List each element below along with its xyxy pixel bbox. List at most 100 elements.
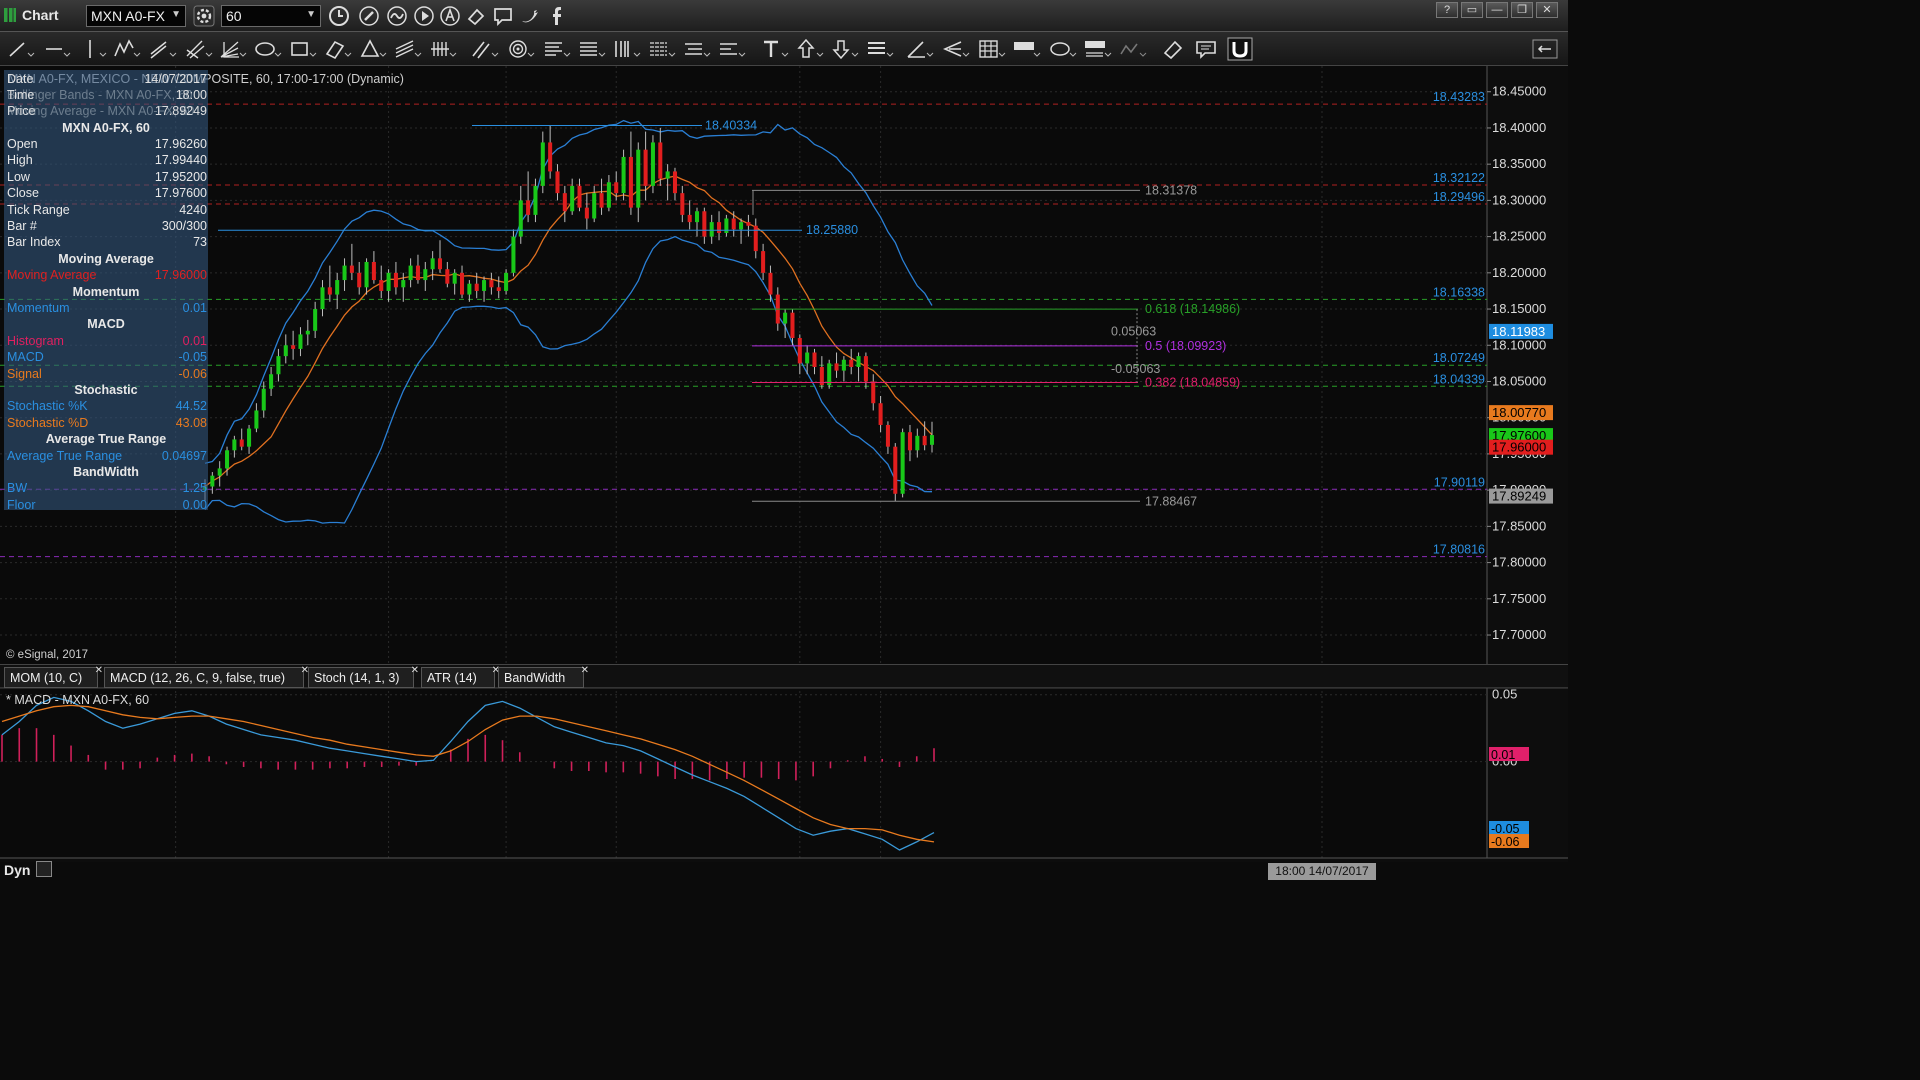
help-button[interactable]: ? xyxy=(1436,2,1458,18)
fibonacci-circles-tool-icon[interactable] xyxy=(506,36,536,62)
data-window-value: 73 xyxy=(193,235,207,250)
data-window-value: 17.97600 xyxy=(154,186,207,201)
interval-input[interactable]: 60 ▼ xyxy=(221,5,321,27)
data-window-value: 0.04697 xyxy=(161,448,207,463)
price-chart[interactable]: 18.43283 18.32122 18.29496 18.16338 18.07249… xyxy=(0,66,1568,862)
fibonacci-retracement-tool-icon[interactable] xyxy=(542,36,572,62)
grid-tool-icon[interactable] xyxy=(977,36,1007,62)
data-window-key: Bar Index xyxy=(7,235,61,250)
symbol-input[interactable]: MXN A0-FX ▼ xyxy=(86,5,186,27)
volume-by-price-tool-icon[interactable] xyxy=(1048,36,1078,62)
data-window-row: Floor 0.00 xyxy=(7,498,207,514)
tab-atr[interactable]: ATR (14) ✕ xyxy=(421,665,500,688)
arrow-down-tool-icon[interactable] xyxy=(830,36,860,62)
eraser-tool-icon[interactable] xyxy=(1160,36,1190,62)
annotation-label: 0.5 (18.09923) xyxy=(1145,339,1226,353)
axis-background xyxy=(1487,66,1568,862)
candle-body xyxy=(518,200,523,237)
ellipse-tool-icon[interactable] xyxy=(253,36,283,62)
data-window-value: 17.96000 xyxy=(154,268,207,283)
level-label: 18.04339 xyxy=(1433,372,1485,386)
comment-tool-icon[interactable] xyxy=(1193,36,1223,62)
triangle-tool-icon[interactable] xyxy=(358,36,388,62)
data-window[interactable]: Date 14/07/2017 Time 18:00 Price 17.89249 Boll… xyxy=(4,70,208,512)
pti-tool-icon[interactable] xyxy=(1083,36,1113,62)
data-window-key: Low xyxy=(7,169,30,184)
market-depth-tool-icon[interactable] xyxy=(1012,36,1042,62)
regression-tool-icon[interactable] xyxy=(941,36,971,62)
data-window-row: BW 1.25 xyxy=(7,481,207,497)
maximize-button[interactable]: ❐ xyxy=(1511,2,1533,18)
tab-bandwidth[interactable]: BandWidth ✕ xyxy=(498,665,589,688)
tab-mom[interactable]: MOM (10, C) ✕ xyxy=(4,665,103,688)
fibonacci-time-zones-tool-icon[interactable] xyxy=(612,36,642,62)
text-tool-icon[interactable] xyxy=(760,36,790,62)
tab-label: MOM (10, C) xyxy=(10,671,83,685)
clock-icon[interactable] xyxy=(328,5,350,27)
trend-line-tool-icon[interactable] xyxy=(6,36,36,62)
channel-tool-icon[interactable] xyxy=(148,36,178,62)
chevron-down-icon[interactable]: ▼ xyxy=(306,9,316,20)
magnet-icon[interactable] xyxy=(1226,36,1256,62)
vertical-line-tool-icon[interactable] xyxy=(78,36,108,62)
dynamic-mode-label: Dyn xyxy=(4,862,31,878)
close-icon[interactable]: ✕ xyxy=(411,665,419,676)
candle-body xyxy=(570,185,575,212)
candle-body xyxy=(379,280,384,291)
title-bar: Chart MXN A0-FX ▼ 60 ▼ ? ▭ — ❐ ✕ xyxy=(0,0,1568,32)
close-icon[interactable]: ✕ xyxy=(581,665,589,676)
level-label: 18.29496 xyxy=(1433,190,1485,204)
data-window-value: -0.06 xyxy=(178,366,208,381)
arrow-up-tool-icon[interactable] xyxy=(795,36,825,62)
play-icon[interactable] xyxy=(413,5,435,27)
facebook-icon[interactable] xyxy=(546,5,568,27)
horizontal-line-tool-icon[interactable] xyxy=(42,36,72,62)
tab-stoch[interactable]: Stoch (14, 1, 3) ✕ xyxy=(308,665,419,688)
alert-icon[interactable] xyxy=(439,5,461,27)
axis-tick-label: 18.35000 xyxy=(1492,156,1546,171)
toolbar-menu-icon[interactable] xyxy=(1530,36,1560,62)
fibonacci-extension-tool-icon[interactable] xyxy=(577,36,607,62)
gann-grid-tool-icon[interactable] xyxy=(428,36,458,62)
data-window-key: Open xyxy=(7,137,38,151)
eraser-icon[interactable] xyxy=(465,5,487,27)
close-button[interactable]: ✕ xyxy=(1536,2,1558,18)
parallel-lines-tool-icon[interactable] xyxy=(393,36,423,62)
gear-icon[interactable] xyxy=(193,5,215,27)
restore-layout-button[interactable]: ▭ xyxy=(1461,2,1483,18)
data-window-overlay-label: Moving Average - MXN A0-FX, 60 xyxy=(7,104,195,118)
twitter-icon[interactable] xyxy=(519,5,541,27)
angle-tool-icon[interactable] xyxy=(905,36,935,62)
overlay-tool-icon[interactable] xyxy=(1118,36,1148,62)
fibonacci-arcs-tool-icon[interactable] xyxy=(647,36,677,62)
candle-body xyxy=(261,388,266,411)
chevron-down-icon[interactable]: ▼ xyxy=(171,9,181,20)
speed-lines-tool-icon[interactable] xyxy=(682,36,712,62)
cycle-lines-tool-icon[interactable] xyxy=(717,36,747,62)
candle-body xyxy=(717,222,722,233)
minimize-button[interactable]: — xyxy=(1486,2,1508,18)
candle-body xyxy=(621,156,626,194)
double-line-tool-icon[interactable] xyxy=(470,36,500,62)
pitchfork-tool-icon[interactable] xyxy=(184,36,214,62)
fan-tool-icon[interactable] xyxy=(218,36,248,62)
candle-body xyxy=(401,280,406,288)
pencil-icon[interactable] xyxy=(358,5,380,27)
data-window-section-title: MXN A0-FX, 60 xyxy=(62,121,150,135)
comment-icon[interactable] xyxy=(492,5,514,27)
annotation-label: -0.05063 xyxy=(1111,362,1160,376)
tab-macd[interactable]: MACD (12, 26, C, 9, false, true) ✕ xyxy=(104,665,309,688)
wave-icon[interactable] xyxy=(386,5,408,27)
dynamic-mode-button[interactable] xyxy=(36,861,52,877)
data-window-key: Date xyxy=(7,72,34,86)
data-window-row: Date 14/07/2017 xyxy=(7,72,207,88)
interval-value: 60 xyxy=(226,8,242,24)
zigzag-tool-icon[interactable] xyxy=(112,36,142,62)
bar-pattern-tool-icon[interactable] xyxy=(865,36,895,62)
data-window-value: 17.96260 xyxy=(154,137,207,151)
close-icon[interactable]: ✕ xyxy=(95,665,103,676)
axis-tick-label: 17.75000 xyxy=(1492,591,1546,606)
symbol-value: MXN A0-FX xyxy=(91,8,165,24)
rectangle-tool-icon[interactable] xyxy=(288,36,318,62)
diamond-tool-icon[interactable] xyxy=(323,36,353,62)
